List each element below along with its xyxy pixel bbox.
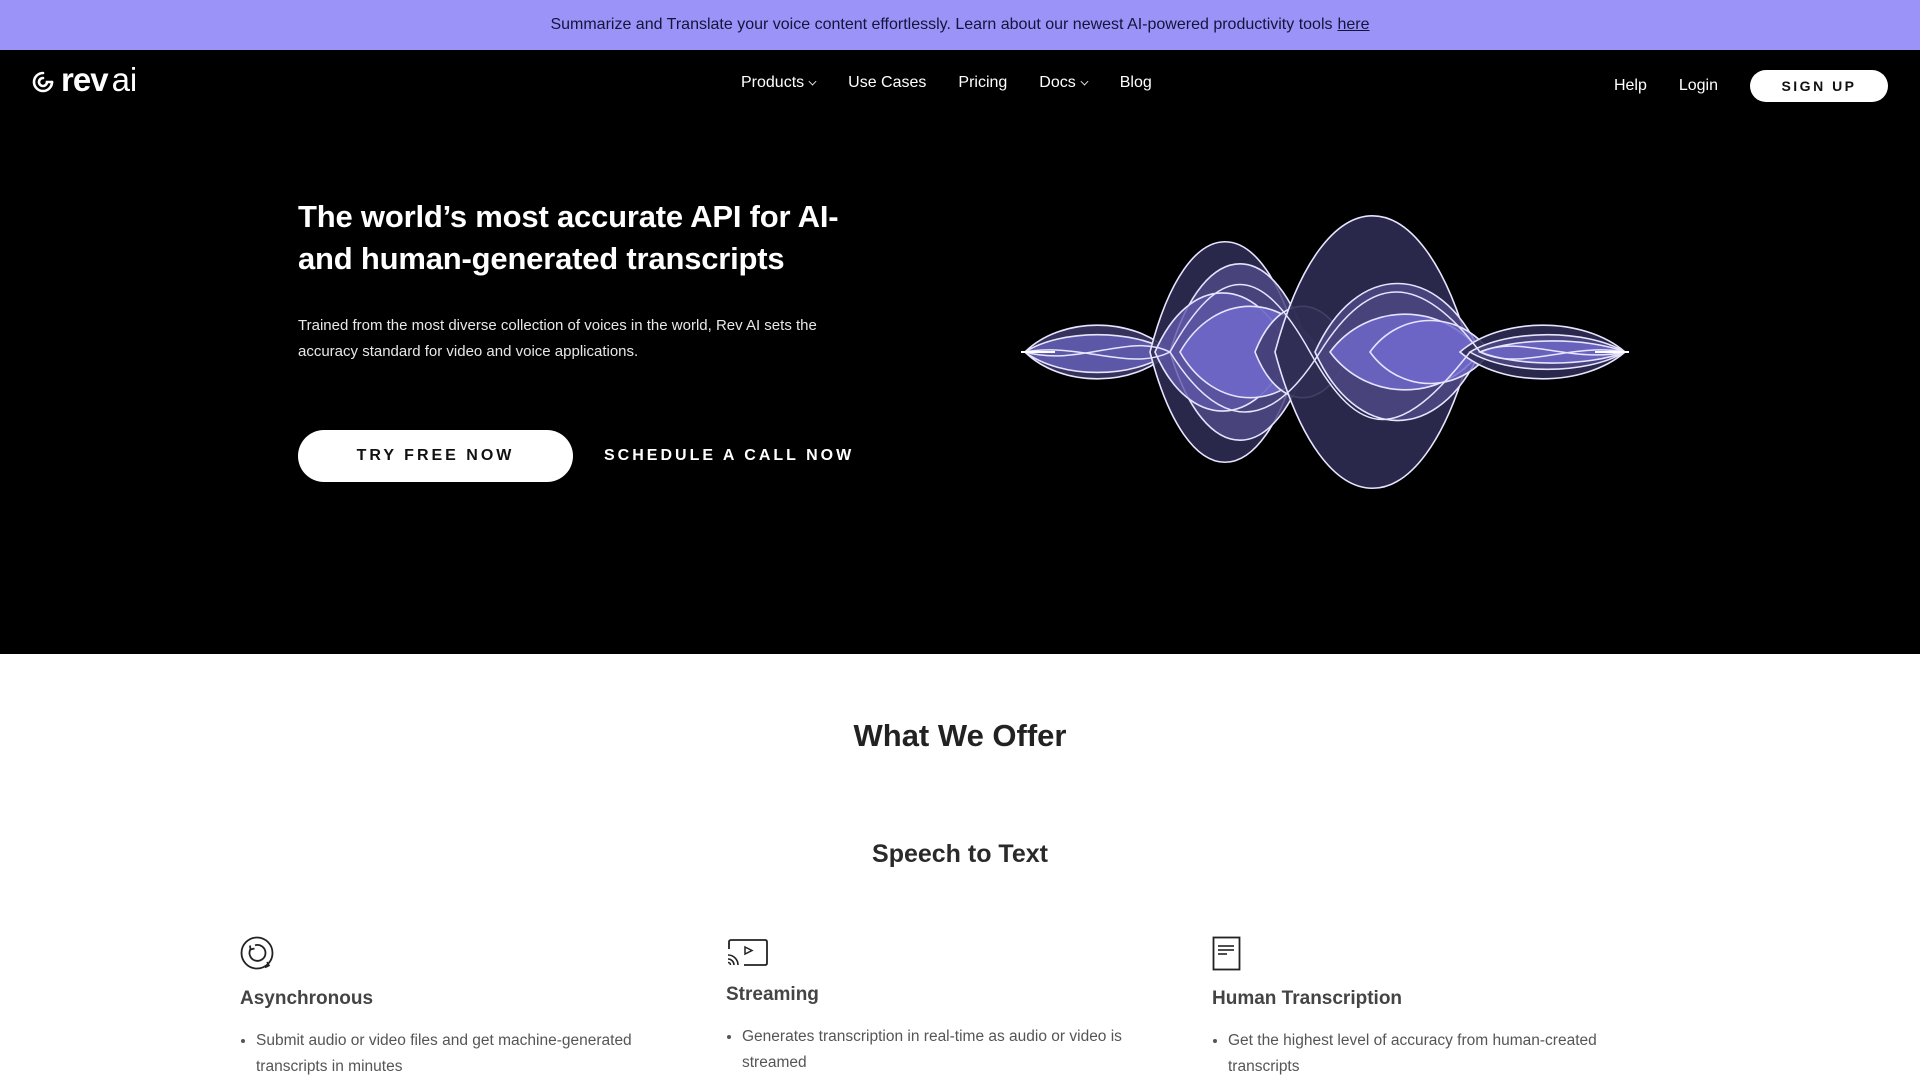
feature-bullet: Submit audio or video files and get mach…: [256, 1028, 680, 1080]
banner-text: Summarize and Translate your voice conte…: [550, 16, 1333, 33]
logo-ai-text: ai: [111, 61, 138, 98]
feature-title: Streaming: [726, 984, 819, 1005]
login-link[interactable]: Login: [1679, 77, 1718, 95]
hero-section: [0, 50, 1920, 654]
main-nav: Products Use Cases Pricing Docs Blog: [741, 74, 1184, 92]
feature-human-transcription: Human Transcription Get the highest leve…: [1212, 936, 1652, 1080]
waveform-illustration: [1021, 214, 1629, 490]
sync-icon: [240, 936, 274, 970]
hero-subtitle: Trained from the most diverse collection…: [298, 317, 817, 360]
chevron-down-icon: [808, 77, 817, 86]
nav-pricing-label: Pricing: [958, 74, 1008, 91]
announcement-banner: Summarize and Translate your voice conte…: [0, 0, 1920, 50]
help-link[interactable]: Help: [1614, 77, 1647, 95]
offer-subtitle: Speech to Text: [872, 840, 1048, 868]
logo-rev-text: rev: [61, 61, 109, 98]
rev-logo-icon: [32, 71, 54, 93]
feature-bullets: Submit audio or video files and get mach…: [240, 1028, 680, 1080]
feature-asynchronous: Asynchronous Submit audio or video files…: [240, 936, 680, 1080]
nav-use-cases[interactable]: Use Cases: [848, 74, 926, 92]
schedule-call-button[interactable]: SCHEDULE A CALL NOW: [604, 430, 854, 482]
document-icon: [1212, 936, 1241, 971]
feature-bullets: Get the highest level of accuracy from h…: [1212, 1028, 1652, 1080]
banner-link[interactable]: here: [1338, 16, 1370, 34]
feature-title: Asynchronous: [240, 988, 374, 1009]
nav-pricing[interactable]: Pricing: [958, 74, 1007, 92]
rev-ai-logo[interactable]: rev ai: [31, 61, 138, 98]
feature-streaming: Streaming Generates transcription in rea…: [726, 936, 1166, 1076]
feature-bullet: Generates transcription in real-time as …: [742, 1024, 1166, 1076]
nav-blog[interactable]: Blog: [1120, 74, 1152, 92]
chevron-down-icon: [1080, 77, 1089, 86]
feature-title: Human Transcription: [1212, 988, 1403, 1009]
feature-bullet: Get the highest level of accuracy from h…: [1228, 1028, 1652, 1080]
nav-blog-label: Blog: [1119, 74, 1152, 91]
cast-stream-icon: [727, 939, 768, 966]
feature-bullets: Generates transcription in real-time as …: [726, 1024, 1166, 1076]
nav-use-cases-label: Use Cases: [848, 74, 927, 91]
offer-title: What We Offer: [853, 718, 1067, 753]
try-free-button[interactable]: TRY FREE NOW: [298, 430, 573, 482]
nav-docs-label: Docs: [1039, 74, 1076, 91]
account-nav: Help Login SIGN UP: [1614, 70, 1888, 102]
hero-title: The world’s most accurate API for AI- an…: [298, 199, 839, 276]
nav-products[interactable]: Products: [741, 74, 817, 92]
sign-up-button[interactable]: SIGN UP: [1750, 70, 1888, 102]
nav-docs[interactable]: Docs: [1039, 74, 1089, 92]
nav-products-label: Products: [741, 74, 805, 91]
